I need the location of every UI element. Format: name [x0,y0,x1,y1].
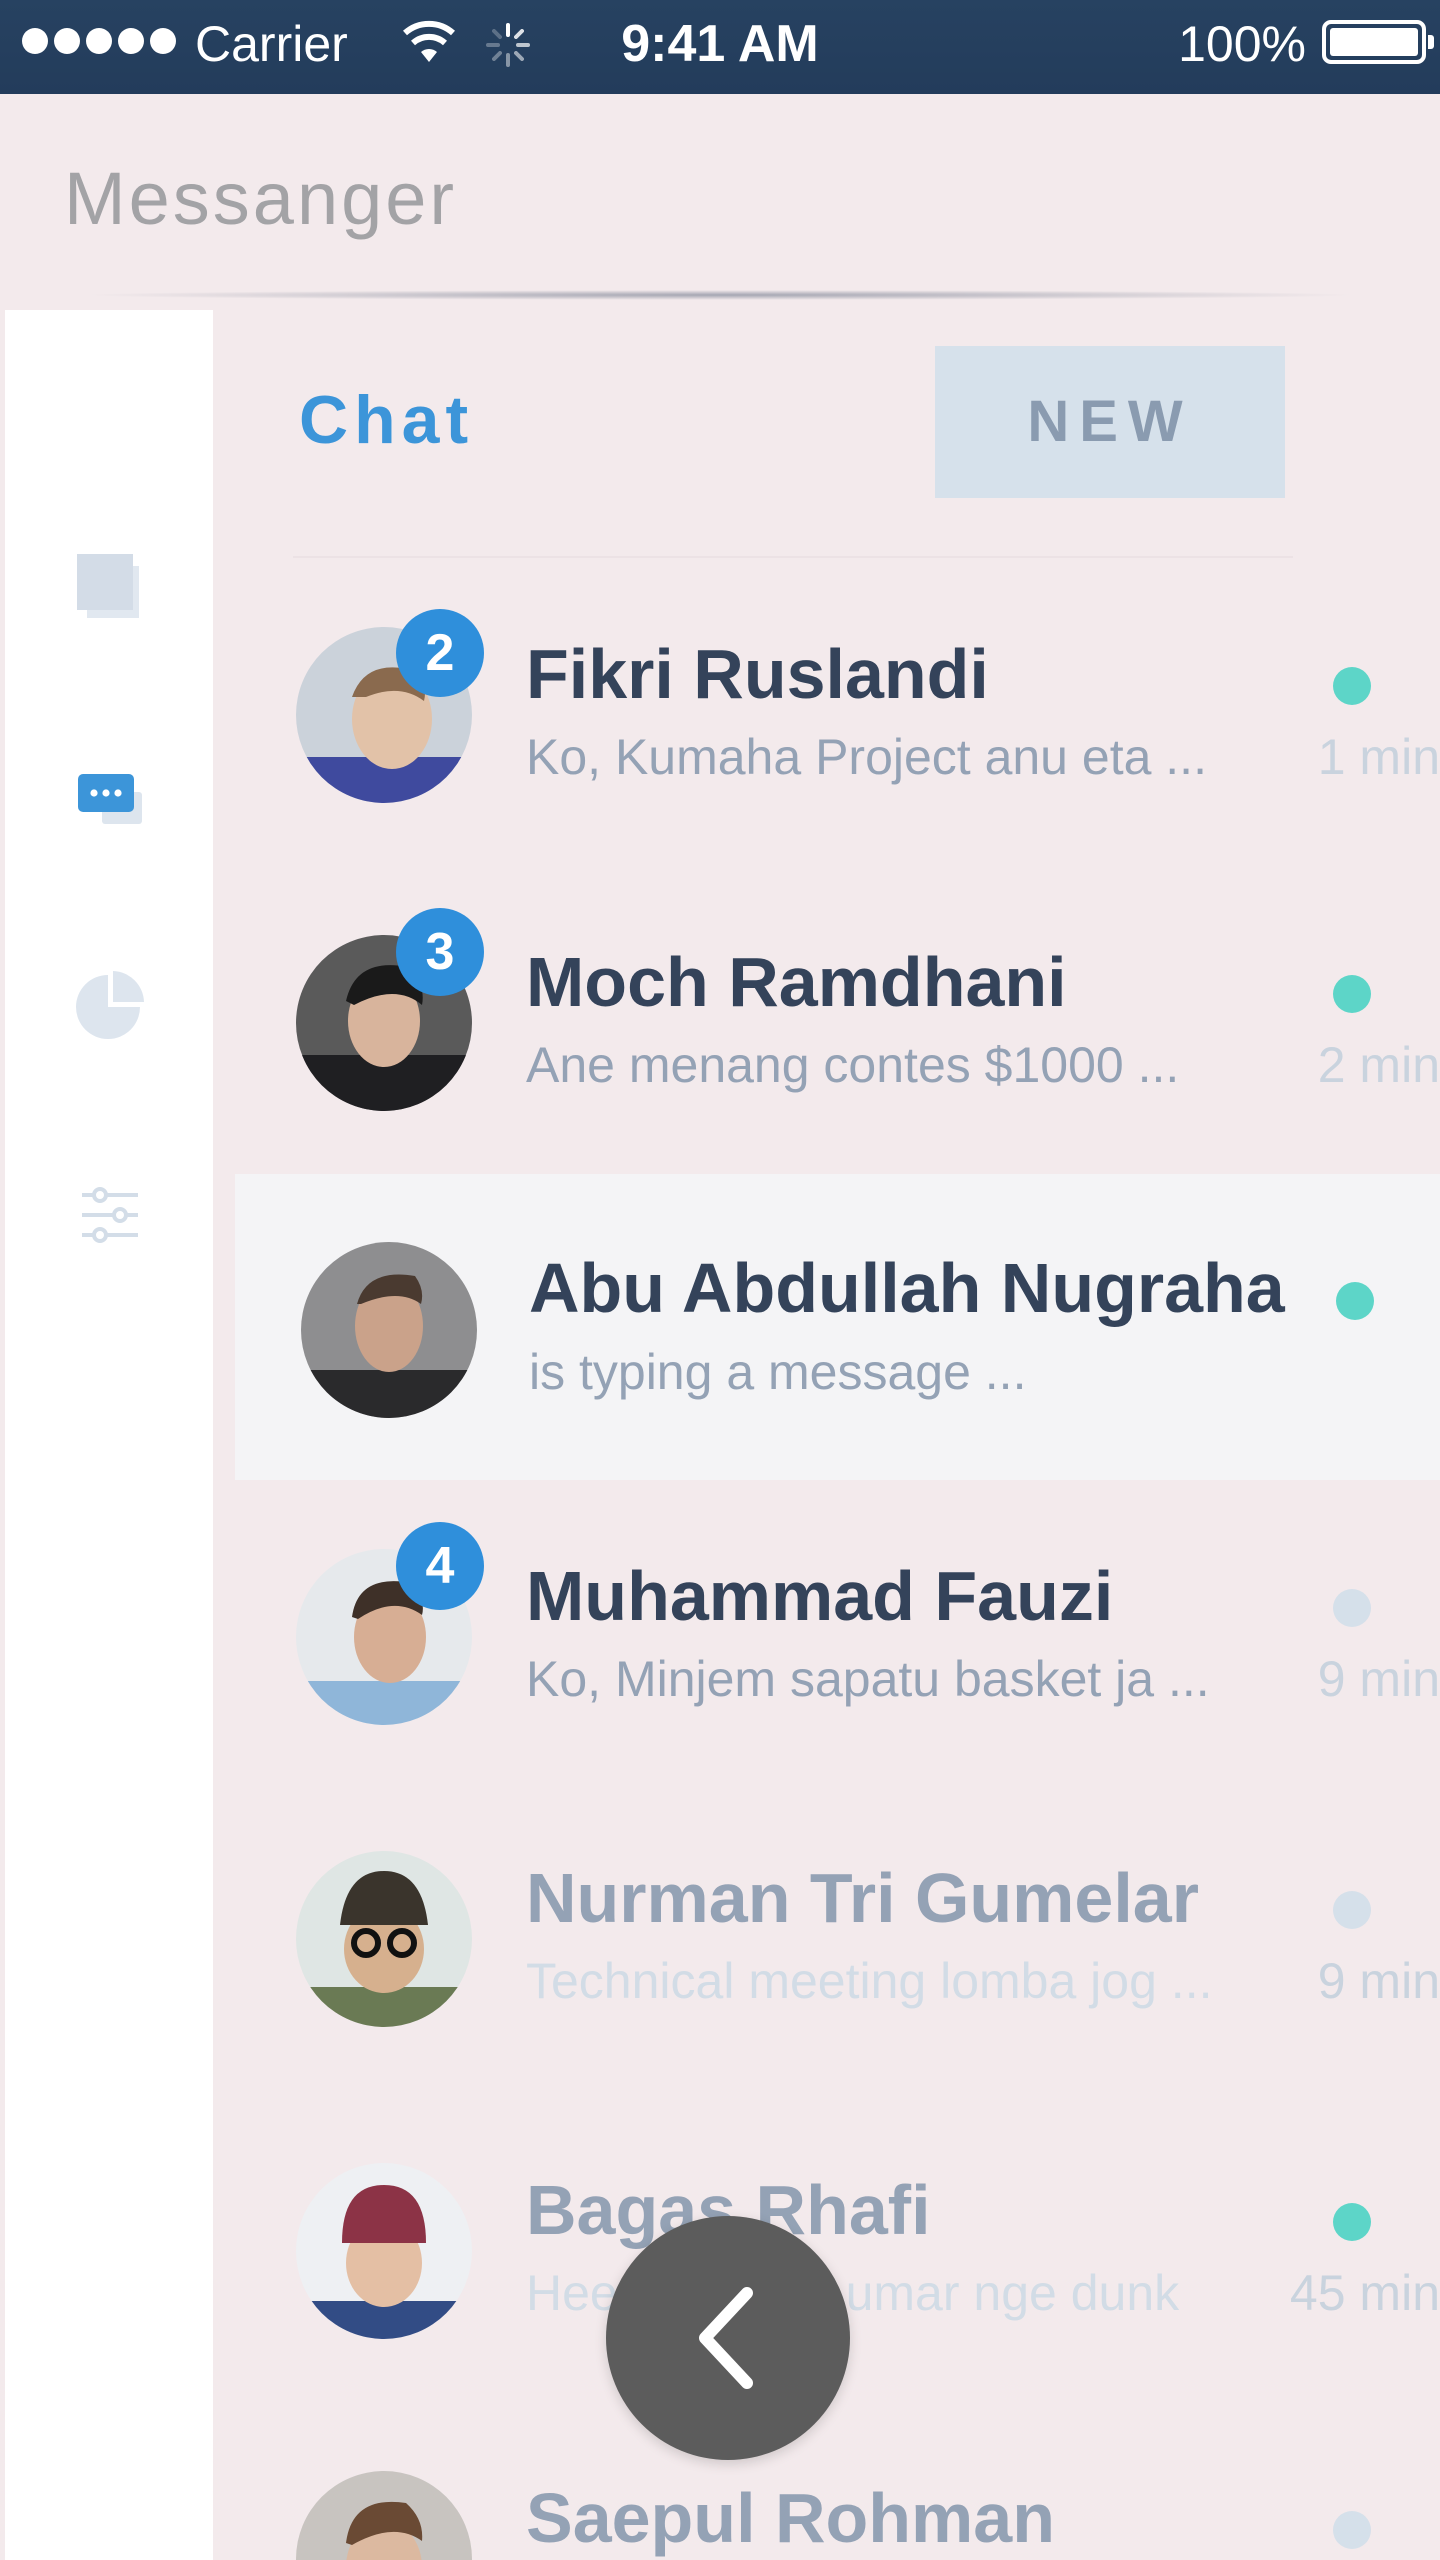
chat-row-moch-ramdhani[interactable]: 3 Moch Ramdhani Ane menang contes $1000 … [213,870,1440,1176]
pie-chart-icon [76,971,144,1039]
unread-badge: 2 [396,609,484,697]
chat-row-muhammad-fauzi[interactable]: 4 Muhammad Fauzi Ko, Minjem sapatu baske… [213,1484,1440,1790]
chat-row-abu-abdullah-nugraha[interactable]: Abu Abdullah Nugraha is typing a message… [235,1174,1440,1480]
chat-panel: Chat NEW 2 Fikri Ruslandi Ko, Kumaha Pro… [213,310,1440,2560]
battery-icon [1322,20,1434,64]
online-status-dot [1333,667,1371,705]
chat-row-nurman-tri-gumelar[interactable]: Nurman Tri Gumelar Technical meeting lom… [213,1786,1440,2092]
offline-status-dot [1333,1589,1371,1627]
message-preview: Ko, Kumaha Project anu eta ... [526,729,1207,785]
back-button[interactable] [606,2216,850,2460]
online-status-dot [1336,1282,1374,1320]
chat-row-fikri-ruslandi[interactable]: 2 Fikri Ruslandi Ko, Kumaha Project anu … [213,562,1440,868]
unread-badge: 4 [396,1522,484,1610]
app-header: Messanger [0,94,1440,310]
offline-status-dot [1333,2511,1371,2549]
avatar [296,2471,472,2560]
divider [293,556,1293,558]
message-preview: Ane menang contes $1000 ... [526,1037,1180,1093]
message-time: 9 min [1317,1953,1440,2009]
contact-name: Muhammad Fauzi [526,1557,1114,1635]
contact-name: Abu Abdullah Nugraha [529,1249,1285,1327]
sidebar-item-settings[interactable] [65,1170,155,1260]
squares-icon [77,554,139,618]
message-time: 9 min [1317,1651,1440,1707]
avatar [296,1851,472,2027]
contact-name: Saepul Rohman [526,2479,1055,2557]
chat-row-saepul-rohman[interactable]: Saepul Rohman [213,2406,1440,2560]
sidebar-item-squares[interactable] [65,540,155,630]
header-divider [80,290,1360,300]
chevron-left-icon [699,2287,753,2389]
sliders-icon [82,1187,138,1243]
message-time: 2 min [1317,1037,1440,1093]
contact-name: Fikri Ruslandi [526,635,989,713]
message-time: 1 min [1317,729,1440,785]
contact-name: Moch Ramdhani [526,943,1067,1021]
app-title: Messanger [64,157,458,240]
avatar [296,2163,472,2339]
sidebar-item-stats[interactable] [65,960,155,1050]
typing-indicator: is typing a message ... [529,1344,1027,1400]
chat-bubbles-icon [78,774,142,824]
battery-percentage: 100% [1178,16,1306,72]
status-bar: Carrier 9:41 AM 100% [0,0,1440,94]
offline-status-dot [1333,1891,1371,1929]
message-time: 45 min [1289,2265,1440,2321]
sidebar [5,310,213,2560]
online-status-dot [1333,975,1371,1013]
message-preview: Technical meeting lomba jog ... [526,1953,1213,2009]
sidebar-item-chat[interactable] [65,754,155,844]
new-chat-button[interactable]: NEW [935,346,1285,498]
message-preview: Ko, Minjem sapatu basket ja ... [526,1651,1210,1707]
online-status-dot [1333,2203,1371,2241]
avatar [301,1242,477,1418]
tab-chat[interactable]: Chat [299,380,474,460]
contact-name: Nurman Tri Gumelar [526,1859,1199,1937]
unread-badge: 3 [396,908,484,996]
